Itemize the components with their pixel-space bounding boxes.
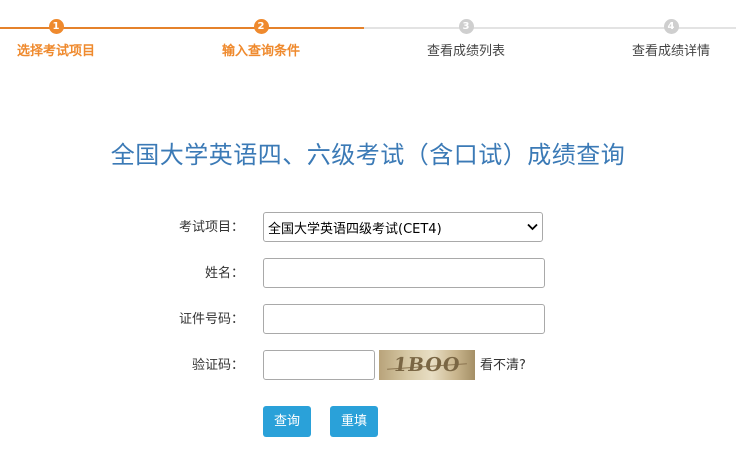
step-score-list: 3 查看成绩列表 bbox=[391, 19, 541, 59]
form-row-exam: 考试项目： 全国大学英语四级考试(CET4) bbox=[0, 212, 736, 244]
id-number-input[interactable] bbox=[263, 304, 545, 334]
step-enter-criteria: 2 输入查询条件 bbox=[186, 19, 336, 59]
step-label: 查看成绩详情 bbox=[631, 44, 710, 59]
step-label: 查看成绩列表 bbox=[426, 44, 505, 59]
captcha-image[interactable]: 1BOO bbox=[379, 350, 475, 380]
name-label: 姓名： bbox=[204, 266, 244, 281]
captcha-refresh-link[interactable]: 看不清? bbox=[480, 350, 526, 382]
step-label: 输入查询条件 bbox=[221, 44, 300, 59]
exam-label: 考试项目： bbox=[178, 220, 244, 235]
exam-select[interactable]: 全国大学英语四级考试(CET4) bbox=[263, 212, 543, 242]
chevron-down-icon bbox=[527, 221, 538, 234]
step-number-badge: 2 bbox=[253, 19, 269, 34]
reset-button[interactable]: 重填 bbox=[330, 406, 378, 437]
captcha-label: 验证码： bbox=[191, 358, 244, 373]
step-select-exam: 1 选择考试项目 bbox=[0, 19, 131, 59]
form-row-name: 姓名： bbox=[0, 258, 736, 290]
step-number-badge: 4 bbox=[663, 19, 679, 34]
id-number-label: 证件号码： bbox=[178, 312, 244, 327]
step-score-detail: 4 查看成绩详情 bbox=[596, 19, 736, 59]
name-input[interactable] bbox=[263, 258, 545, 288]
form-row-captcha: 验证码： 1BOO 看不清? bbox=[0, 350, 736, 382]
step-label: 选择考试项目 bbox=[16, 44, 95, 59]
query-button[interactable]: 查询 bbox=[263, 406, 311, 437]
captcha-image-text: 1BOO bbox=[392, 354, 462, 376]
progress-stepper: 1 选择考试项目 2 输入查询条件 3 查看成绩列表 4 查看成绩详情 bbox=[0, 0, 736, 80]
captcha-input[interactable] bbox=[263, 350, 375, 380]
form-row-id: 证件号码： bbox=[0, 304, 736, 336]
step-number-badge: 1 bbox=[48, 19, 64, 34]
page-title: 全国大学英语四、六级考试（含口试）成绩查询 bbox=[110, 141, 626, 169]
step-number-badge: 3 bbox=[458, 19, 474, 34]
exam-select-value: 全国大学英语四级考试(CET4) bbox=[268, 221, 442, 237]
